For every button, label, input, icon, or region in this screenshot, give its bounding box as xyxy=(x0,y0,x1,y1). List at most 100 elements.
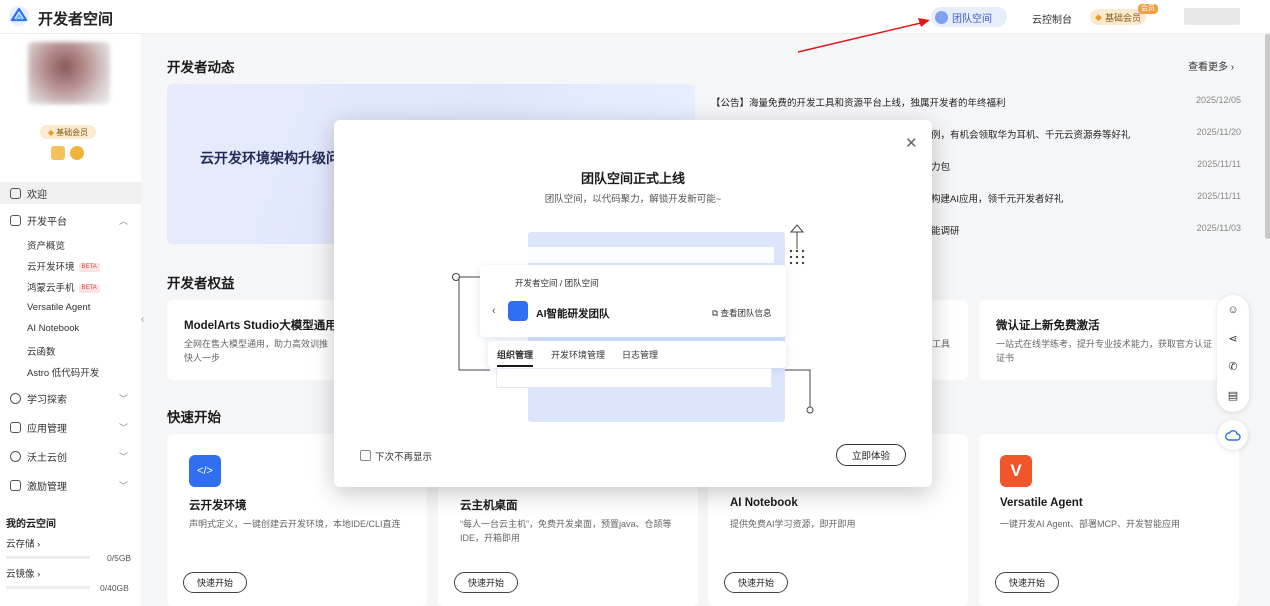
news-item[interactable]: 能调研 2025/11/03 xyxy=(931,223,1241,237)
quick-card-desc: “每人一台云主机”，免费开发桌面，预置java、仓颉等IDE，开箱即用 xyxy=(460,519,672,543)
news-date: 2025/11/11 xyxy=(1197,159,1241,169)
sidebar-sub-astro[interactable]: Astro 低代码开发 xyxy=(27,365,99,379)
view-more-label: 查看更多 xyxy=(1188,62,1228,73)
news-item[interactable]: 【公告】海量免费的开发工具和资源平台上线，独属开发者的年终福利 2025/12/0… xyxy=(711,95,1241,109)
diamond-icon: ◆ xyxy=(1095,11,1102,22)
beta-badge: BETA xyxy=(78,283,100,293)
sidebar-item-dev-platform[interactable]: 开发平台 ︿ xyxy=(0,209,141,231)
user-avatar[interactable] xyxy=(1184,8,1240,25)
team-icon xyxy=(508,301,528,321)
rights-card-desc: 一站式在线学练考，提升专业技术能力，获取官方认证 xyxy=(996,339,1213,349)
cloud-storage-link[interactable]: 云存储 › xyxy=(6,536,40,550)
phone-icon[interactable]: ✆ xyxy=(1226,360,1240,374)
news-item[interactable]: 例，有机会领取华为耳机、千元云资源券等好礼 2025/11/20 xyxy=(931,127,1241,141)
floating-toolbar: ☺ ⋖ ✆ ▤ xyxy=(1217,295,1249,412)
sidebar-sub-notebook[interactable]: AI Notebook xyxy=(27,323,79,334)
dont-show-checkbox[interactable] xyxy=(360,450,371,461)
modal-title: 团队空间正式上线 xyxy=(580,171,685,186)
news-item[interactable]: 构建AI应用，领千元开发者好礼 2025/11/11 xyxy=(931,191,1241,205)
chevron-down-icon: ﹀ xyxy=(119,393,129,404)
sidebar-vip-label: 基础会员 xyxy=(56,127,89,137)
quick-card-title: Versatile Agent xyxy=(1000,497,1083,509)
rights-card-desc: 快人一步 xyxy=(184,353,221,363)
view-more-link[interactable]: 查看更多 › xyxy=(1188,58,1234,73)
quick-start-button[interactable]: 快速开始 xyxy=(724,572,788,593)
sidebar-item-label: 学习探索 xyxy=(27,394,67,406)
document-icon[interactable]: ▤ xyxy=(1226,389,1240,403)
my-cloud-title: 我的云空间 xyxy=(6,519,56,530)
share-icon[interactable]: ⋖ xyxy=(1226,332,1240,346)
news-text: 力包 xyxy=(931,162,951,173)
app-icon xyxy=(10,421,21,433)
quick-start-button[interactable]: 快速开始 xyxy=(454,572,518,593)
sidebar-sub-cloud-dev[interactable]: 云开发环境 BETA xyxy=(27,259,100,273)
sidebar-sub-assets[interactable]: 资产概览 xyxy=(27,238,65,252)
scrollbar[interactable] xyxy=(1265,34,1270,239)
sidebar-item-incentive[interactable]: 激励管理 ﹀ xyxy=(0,474,141,496)
sidebar-item-welcome[interactable]: 欢迎 xyxy=(0,182,141,204)
news-date: 2025/11/03 xyxy=(1196,223,1241,233)
feedback-smile-icon[interactable]: ☺ xyxy=(1226,303,1240,317)
quick-start-button[interactable]: 快速开始 xyxy=(995,572,1059,593)
banner-text: 云开发环境架构升级问卷 xyxy=(200,150,354,166)
sidebar-vip-badge: ◆ 基础会员 xyxy=(40,125,96,139)
news-date: 2025/11/11 xyxy=(1197,191,1241,201)
rights-card-desc: 证书 xyxy=(996,353,1015,363)
sidebar-sub-versatile[interactable]: Versatile Agent xyxy=(27,302,90,313)
quick-start-button[interactable]: 快速开始 xyxy=(183,572,247,593)
dont-show-label[interactable]: 下次不再显示 xyxy=(375,449,432,463)
logo-icon[interactable] xyxy=(8,5,30,27)
chevron-up-icon: ︿ xyxy=(119,215,129,226)
cloud-image-link[interactable]: 云镜像 › xyxy=(6,566,40,580)
rights-card-desc: 全网在售大模型通用，助力高效训推 xyxy=(184,339,329,349)
sidebar-sub-label: 鸿蒙云手机 xyxy=(27,283,75,294)
news-date: 2025/12/05 xyxy=(1195,95,1241,105)
illustration-tab: 开发环境管理 xyxy=(551,350,606,360)
sidebar-item-label: 应用管理 xyxy=(27,423,67,435)
news-section-title: 开发者动态 xyxy=(167,60,235,75)
learn-icon xyxy=(10,392,21,404)
sidebar-sub-cloud-phone[interactable]: 鸿蒙云手机 BETA xyxy=(27,280,100,294)
versatile-logo-icon: V xyxy=(1000,455,1032,487)
cloud-assistant-icon[interactable] xyxy=(1218,420,1248,450)
rights-card-desc: 工具 xyxy=(932,339,951,349)
try-now-button[interactable]: 立即体验 xyxy=(836,444,906,466)
sidebar-sub-label: 云开发环境 xyxy=(27,262,75,273)
sidebar-item-label: 欢迎 xyxy=(27,189,47,201)
sidebar-item-apps[interactable]: 应用管理 ﹀ xyxy=(0,416,141,438)
console-link[interactable]: 云控制台 xyxy=(1032,11,1072,26)
illustration-team-name: AI智能研发团队 xyxy=(536,308,610,320)
chevron-down-icon: ﹀ xyxy=(119,480,129,491)
beta-badge: BETA xyxy=(78,262,100,272)
coin-icon[interactable] xyxy=(70,146,84,160)
sidebar-item-label: 开发平台 xyxy=(27,216,67,228)
quick-start-title: 快速开始 xyxy=(167,410,221,425)
quick-card-desc: 一键开发AI Agent、部署MCP、开发智能应用 xyxy=(1000,519,1181,529)
top-bar: 开发者空间 团队空间 云控制台 ◆ 基础会员 会员 xyxy=(0,0,1270,34)
illustration-breadcrumb: 开发者空间 / 团队空间 xyxy=(515,278,599,288)
sidebar-item-learn[interactable]: 学习探索 ﹀ xyxy=(0,387,141,409)
cloud-icon xyxy=(10,450,21,462)
modal-subtitle: 团队空间，以代码聚力，解锁开发新可能~ xyxy=(544,194,722,205)
dots-decoration-icon xyxy=(788,248,806,266)
vip-label: 基础会员 xyxy=(1104,12,1141,23)
brand-title[interactable]: 开发者空间 xyxy=(38,8,113,29)
medal-icon[interactable] xyxy=(51,146,65,160)
close-icon[interactable]: ✕ xyxy=(905,134,918,152)
storage-label: 云存储 xyxy=(6,539,35,550)
avatar[interactable] xyxy=(28,42,110,104)
team-space-button[interactable]: 团队空间 xyxy=(931,7,1007,27)
storage-label: 云镜像 xyxy=(6,569,35,580)
collapse-sidebar-icon[interactable]: ‹ xyxy=(141,314,144,325)
sidebar-item-wotu[interactable]: 沃土云创 ﹀ xyxy=(0,445,141,467)
sidebar-item-label: 激励管理 xyxy=(27,481,67,493)
quick-card-title: 云主机桌面 xyxy=(460,500,518,512)
quick-card-title: 云开发环境 xyxy=(189,500,247,512)
news-item[interactable]: 力包 2025/11/11 xyxy=(931,159,1241,173)
image-progress xyxy=(6,586,90,589)
sidebar-sub-functions[interactable]: 云函数 xyxy=(27,344,56,358)
illustration-tab: 组织管理 xyxy=(497,348,534,367)
team-icon xyxy=(935,10,948,24)
gift-icon xyxy=(10,479,21,491)
rights-card-title: 微认证上新免费激活 xyxy=(996,320,1100,332)
